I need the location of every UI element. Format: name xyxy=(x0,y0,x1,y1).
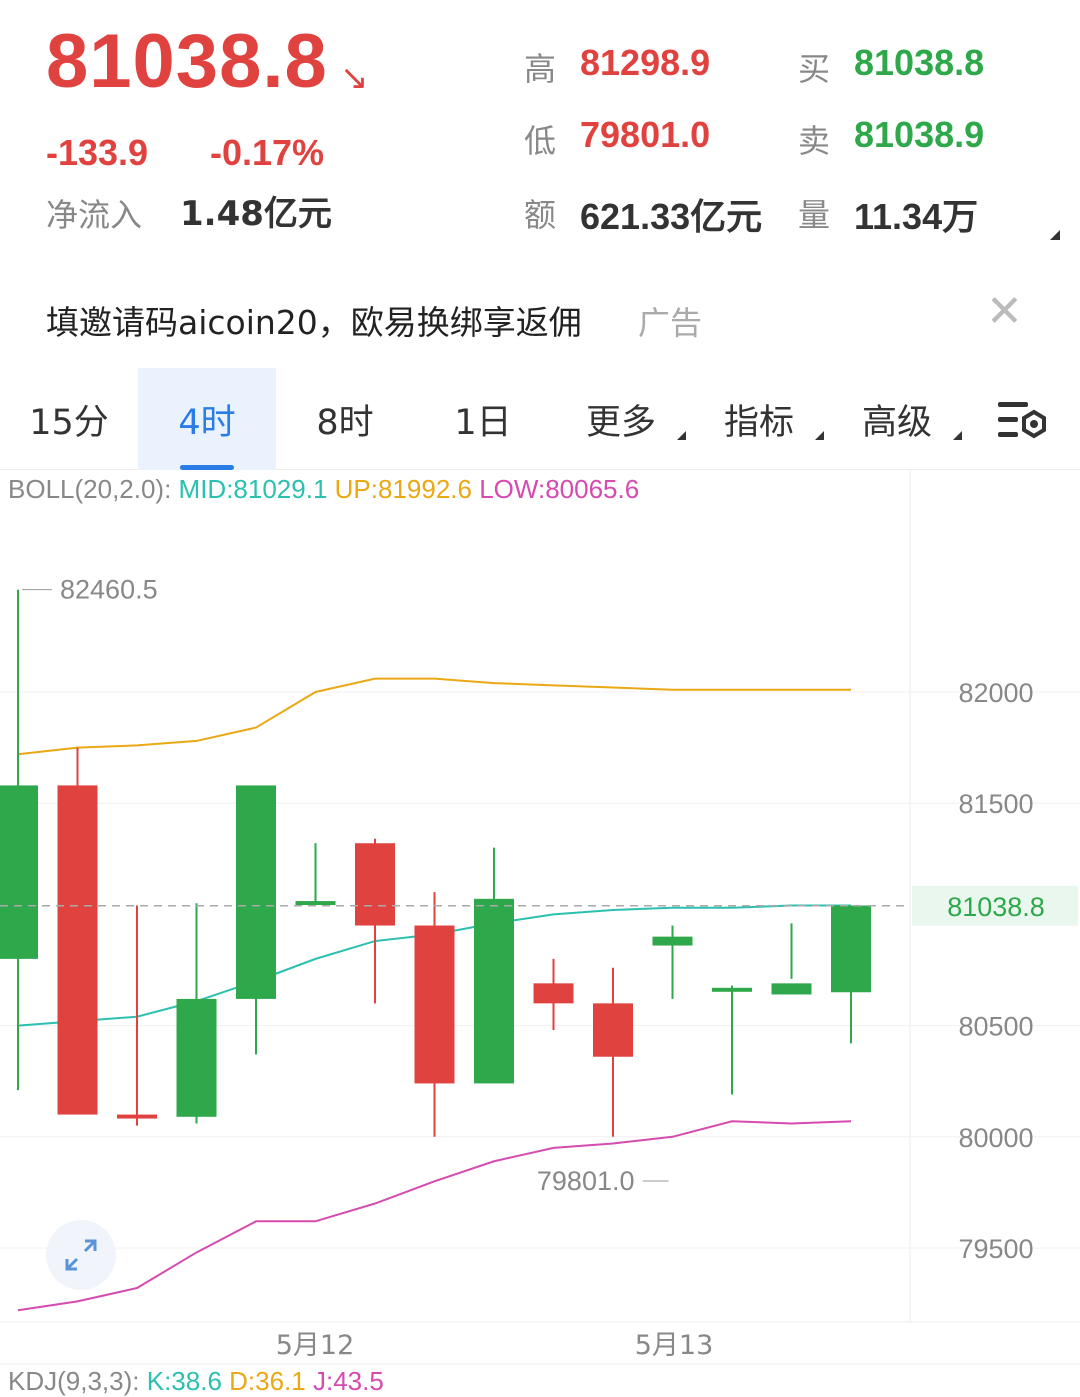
kdj-name: KDJ(9,3,3): xyxy=(8,1366,140,1396)
high-label: 高 xyxy=(524,50,557,88)
y-tick-label: 81500 xyxy=(958,789,1033,819)
candle-body xyxy=(533,983,574,1004)
x-tick-label: 5月12 xyxy=(276,1330,355,1361)
candle-body xyxy=(474,898,514,1084)
kdj-d: D:36.1 xyxy=(229,1366,306,1396)
candle-body xyxy=(771,983,812,995)
candle xyxy=(0,589,38,1091)
candle xyxy=(295,843,336,906)
dropdown-icon xyxy=(677,431,686,440)
price-change: -133.9 xyxy=(46,132,149,173)
candle xyxy=(236,785,276,1055)
x-tick-label: 5月13 xyxy=(635,1330,714,1361)
candle xyxy=(771,923,812,995)
ad-tag: 广告 xyxy=(638,304,703,342)
bid-label: 买 xyxy=(798,50,831,88)
kdj-j: J:43.5 xyxy=(312,1366,384,1396)
bid-value: 81038.8 xyxy=(854,42,985,83)
volume-value: 11.34万 xyxy=(854,196,979,237)
last-price: 81038.8 xyxy=(46,19,328,104)
y-tick-label: 79500 xyxy=(958,1234,1033,1264)
candlestick-chart[interactable]: 82000 81500 80500 80000 79500 5月12 5月13 81038.8… xyxy=(0,470,1080,1365)
candles xyxy=(0,589,871,1137)
tab-8h[interactable]: 8时 xyxy=(276,368,414,470)
boll-mid: MID:81029.1 xyxy=(178,474,328,504)
ad-text[interactable]: 填邀请码aicoin20，欧易换绑享返佣 xyxy=(46,296,582,344)
max-marker-label: 82460.5 xyxy=(60,575,158,605)
y-tick-label: 82000 xyxy=(958,678,1033,708)
tab-15m[interactable]: 15分 xyxy=(0,368,138,470)
low-label: 低 xyxy=(524,122,557,160)
boll-lower-line xyxy=(17,1120,852,1312)
candle xyxy=(414,892,455,1137)
candle xyxy=(652,925,693,999)
candle-body xyxy=(712,987,752,992)
boll-name: BOLL(20,2.0): xyxy=(8,474,172,504)
candle xyxy=(355,838,395,1004)
candle-body xyxy=(57,785,98,1115)
tab-indicators[interactable]: 指标 xyxy=(690,368,828,470)
boll-low: LOW:80065.6 xyxy=(479,474,640,504)
candle-body xyxy=(176,998,217,1117)
candle-body xyxy=(593,1003,633,1057)
interval-tabs: 15分 4时 8时 1日 更多 指标 高级 xyxy=(0,368,1080,470)
trend-down-icon: ↘ xyxy=(340,58,369,98)
boll-legend: BOLL(20,2.0): MID:81029.1 UP:81992.6 LOW… xyxy=(8,474,639,505)
chart-labels: 82000 81500 80500 80000 79500 5月12 5月13 81038.8… xyxy=(0,575,1078,1361)
candle xyxy=(57,747,98,1115)
quote-header: 81038.8 ↘ -133.9 -0.17% 净流入 1.48亿元 高 812… xyxy=(0,0,1080,270)
kdj-k: K:38.6 xyxy=(146,1366,222,1396)
volume-label: 量 xyxy=(798,196,831,234)
candle-body xyxy=(652,936,693,946)
candle-body xyxy=(0,785,38,959)
current-price-tag: 81038.8 xyxy=(947,892,1045,922)
boll-upper-line xyxy=(17,677,851,756)
candle xyxy=(533,958,574,1031)
candle xyxy=(831,905,871,1044)
expand-icon xyxy=(65,1239,97,1271)
candle-body xyxy=(295,901,336,906)
low-value: 79801.0 xyxy=(580,114,711,155)
chart-settings-icon[interactable] xyxy=(996,398,1050,444)
dropdown-icon xyxy=(815,431,824,440)
candle xyxy=(474,847,514,1084)
net-inflow-label: 净流入 xyxy=(46,196,143,234)
dropdown-icon xyxy=(953,431,962,440)
tab-advanced[interactable]: 高级 xyxy=(828,368,966,470)
candle xyxy=(593,967,633,1137)
candle xyxy=(176,903,217,1124)
candle-body xyxy=(117,1114,157,1119)
y-tick-label: 80000 xyxy=(958,1123,1033,1153)
y-tick-label: 80500 xyxy=(958,1012,1033,1042)
tab-4h[interactable]: 4时 xyxy=(138,368,276,470)
candle xyxy=(117,905,157,1126)
ask-value: 81038.9 xyxy=(854,114,985,155)
fullscreen-button[interactable] xyxy=(46,1220,116,1290)
candle-body xyxy=(236,785,276,999)
tab-1d[interactable]: 1日 xyxy=(414,368,552,470)
amount-value: 621.33亿元 xyxy=(580,196,763,237)
ask-label: 卖 xyxy=(798,122,831,160)
candle xyxy=(712,985,752,1095)
high-value: 81298.9 xyxy=(580,42,711,83)
price-change-pct: -0.17% xyxy=(210,132,325,173)
candle-body xyxy=(831,905,871,993)
net-inflow-value: 1.48亿元 xyxy=(180,194,332,234)
boll-up: UP:81992.6 xyxy=(334,474,472,504)
candle-body xyxy=(355,843,395,926)
close-icon[interactable]: ✕ xyxy=(986,290,1023,334)
tab-more[interactable]: 更多 xyxy=(552,368,690,470)
candle-body xyxy=(414,925,455,1084)
min-marker-label: 79801.0 xyxy=(537,1166,635,1196)
amount-label: 额 xyxy=(524,196,557,234)
kdj-legend: KDJ(9,3,3): K:38.6 D:36.1 J:43.5 xyxy=(8,1366,384,1397)
ad-banner[interactable]: 填邀请码aicoin20，欧易换绑享返佣 广告 ✕ xyxy=(0,280,1080,352)
expand-corner-icon[interactable] xyxy=(1050,230,1060,240)
